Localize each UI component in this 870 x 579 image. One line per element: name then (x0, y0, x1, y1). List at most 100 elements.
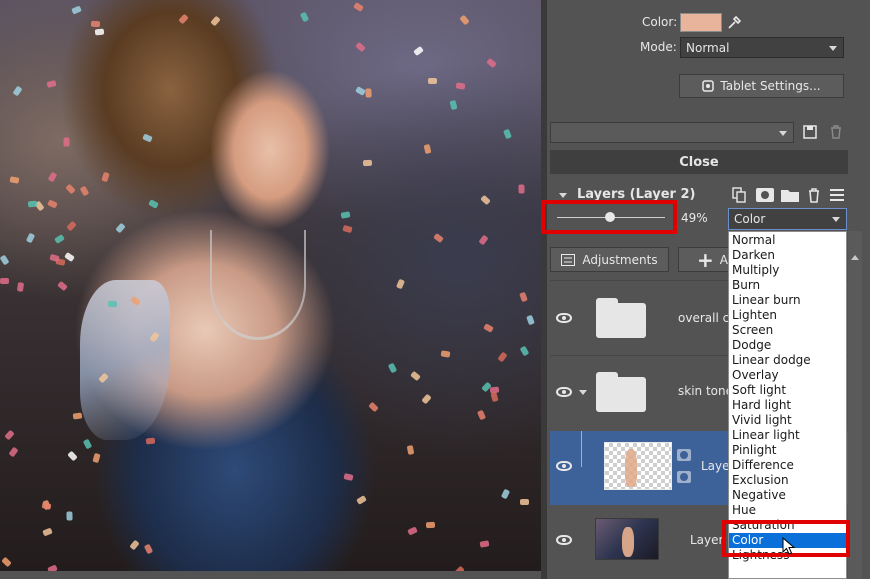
blend-option-darken[interactable]: Darken (729, 248, 846, 263)
confetti-particle (425, 522, 436, 529)
save-icon[interactable] (801, 123, 819, 141)
confetti-particle (79, 185, 89, 197)
blend-option-exclusion[interactable]: Exclusion (729, 473, 846, 488)
confetti-particle (72, 412, 82, 420)
confetti-particle (47, 199, 59, 209)
confetti-particle (356, 494, 368, 505)
confetti-particle (440, 350, 451, 358)
blend-option-hue[interactable]: Hue (729, 503, 846, 518)
delete-layer-icon[interactable] (805, 186, 823, 204)
confetti-particle (47, 564, 59, 571)
menu-icon[interactable] (828, 187, 846, 203)
confetti-particle (433, 233, 445, 244)
group-folder-icon (596, 298, 646, 338)
blend-option-vivid-light[interactable]: Vivid light (729, 413, 846, 428)
confetti-particle (479, 540, 490, 549)
confetti-particle (396, 278, 406, 290)
confetti-particle (406, 444, 415, 455)
confetti-particle (299, 11, 310, 23)
confetti-particle (41, 502, 52, 510)
new-group-folder-icon[interactable] (780, 186, 800, 204)
confetti-particle (115, 222, 127, 234)
blend-list-scrollbar[interactable] (848, 231, 862, 579)
confetti-particle (0, 254, 10, 266)
visibility-eye-icon[interactable] (556, 387, 572, 397)
eyedropper-icon[interactable] (725, 13, 743, 32)
confetti-particle (340, 210, 351, 219)
confetti-particle (482, 322, 494, 333)
confetti-particle (353, 2, 364, 13)
confetti-particle (364, 88, 372, 98)
photo-canvas[interactable] (0, 0, 541, 571)
blend-mode-select[interactable]: Color (728, 208, 847, 230)
visibility-eye-icon[interactable] (556, 461, 572, 471)
blend-option-screen[interactable]: Screen (729, 323, 846, 338)
adjustments-button[interactable]: Adjustments (550, 247, 669, 272)
mask-indicator-icon[interactable] (677, 449, 691, 461)
mode-select[interactable]: Normal (680, 37, 844, 58)
layer-name: Layer (690, 533, 724, 547)
confetti-particle (3, 429, 15, 441)
confetti-particle (47, 171, 58, 183)
visibility-eye-icon[interactable] (556, 313, 572, 323)
tablet-settings-button[interactable]: Tablet Settings... (679, 74, 844, 98)
confetti-particle (92, 452, 101, 463)
preset-select[interactable] (550, 122, 794, 143)
color-swatch[interactable] (680, 13, 722, 32)
confetti-particle (91, 21, 101, 28)
confetti-particle (95, 28, 105, 36)
blend-option-overlay[interactable]: Overlay (729, 368, 846, 383)
mouse-cursor-icon (782, 537, 796, 555)
confetti-particle (427, 78, 437, 85)
blend-option-linear-light[interactable]: Linear light (729, 428, 846, 443)
blend-option-hard-light[interactable]: Hard light (729, 398, 846, 413)
blend-option-pinlight[interactable]: Pinlight (729, 443, 846, 458)
adjustments-label: Adjustments (582, 252, 658, 267)
confetti-particle (25, 233, 35, 244)
group-folder-icon (596, 372, 646, 412)
blend-option-multiply[interactable]: Multiply (729, 263, 846, 278)
expand-group-icon[interactable] (579, 390, 587, 395)
confetti-particle (54, 233, 66, 244)
mask-indicator-icon[interactable] (677, 471, 691, 483)
confetti-particle (210, 15, 221, 27)
blend-option-burn[interactable]: Burn (729, 278, 846, 293)
confetti-particle (8, 446, 19, 458)
confetti-particle (64, 251, 76, 262)
group-tree-line (581, 431, 582, 467)
confetti-particle (9, 176, 20, 184)
blend-option-linear-dodge[interactable]: Linear dodge (729, 353, 846, 368)
confetti-particle (142, 133, 153, 143)
blend-option-dodge[interactable]: Dodge (729, 338, 846, 353)
layer-thumbnail (595, 518, 659, 560)
confetti-particle (343, 472, 354, 481)
chevron-down-icon (832, 217, 840, 222)
confetti-particle (129, 539, 140, 551)
confetti-particle (459, 14, 471, 25)
add-layer-button[interactable]: + Ad (678, 247, 735, 272)
confetti-particle (342, 225, 353, 234)
confetti-particle (46, 79, 57, 88)
blend-option-lighten[interactable]: Lighten (729, 308, 846, 323)
layer-mask-icon[interactable] (755, 186, 775, 204)
collapse-layers-icon[interactable] (559, 193, 567, 198)
confetti-particle (145, 437, 156, 445)
confetti-particle (454, 565, 466, 571)
confetti-particle (16, 281, 24, 292)
duplicate-layer-icon[interactable] (730, 186, 748, 204)
scroll-up-icon[interactable] (851, 255, 859, 260)
confetti-particle (82, 438, 93, 450)
blend-option-normal[interactable]: Normal (729, 233, 846, 248)
dress-highlight (80, 280, 170, 440)
blend-option-negative[interactable]: Negative (729, 488, 846, 503)
blend-option-difference[interactable]: Difference (729, 458, 846, 473)
blend-option-soft-light[interactable]: Soft light (729, 383, 846, 398)
confetti-particle (12, 85, 23, 97)
blend-option-linear-burn[interactable]: Linear burn (729, 293, 846, 308)
confetti-particle (66, 511, 73, 521)
layer-thumbnail (604, 442, 672, 490)
trash-icon[interactable] (827, 123, 845, 141)
visibility-eye-icon[interactable] (556, 535, 572, 545)
close-button[interactable]: Close (550, 150, 848, 174)
blend-mode-value: Color (734, 212, 766, 226)
